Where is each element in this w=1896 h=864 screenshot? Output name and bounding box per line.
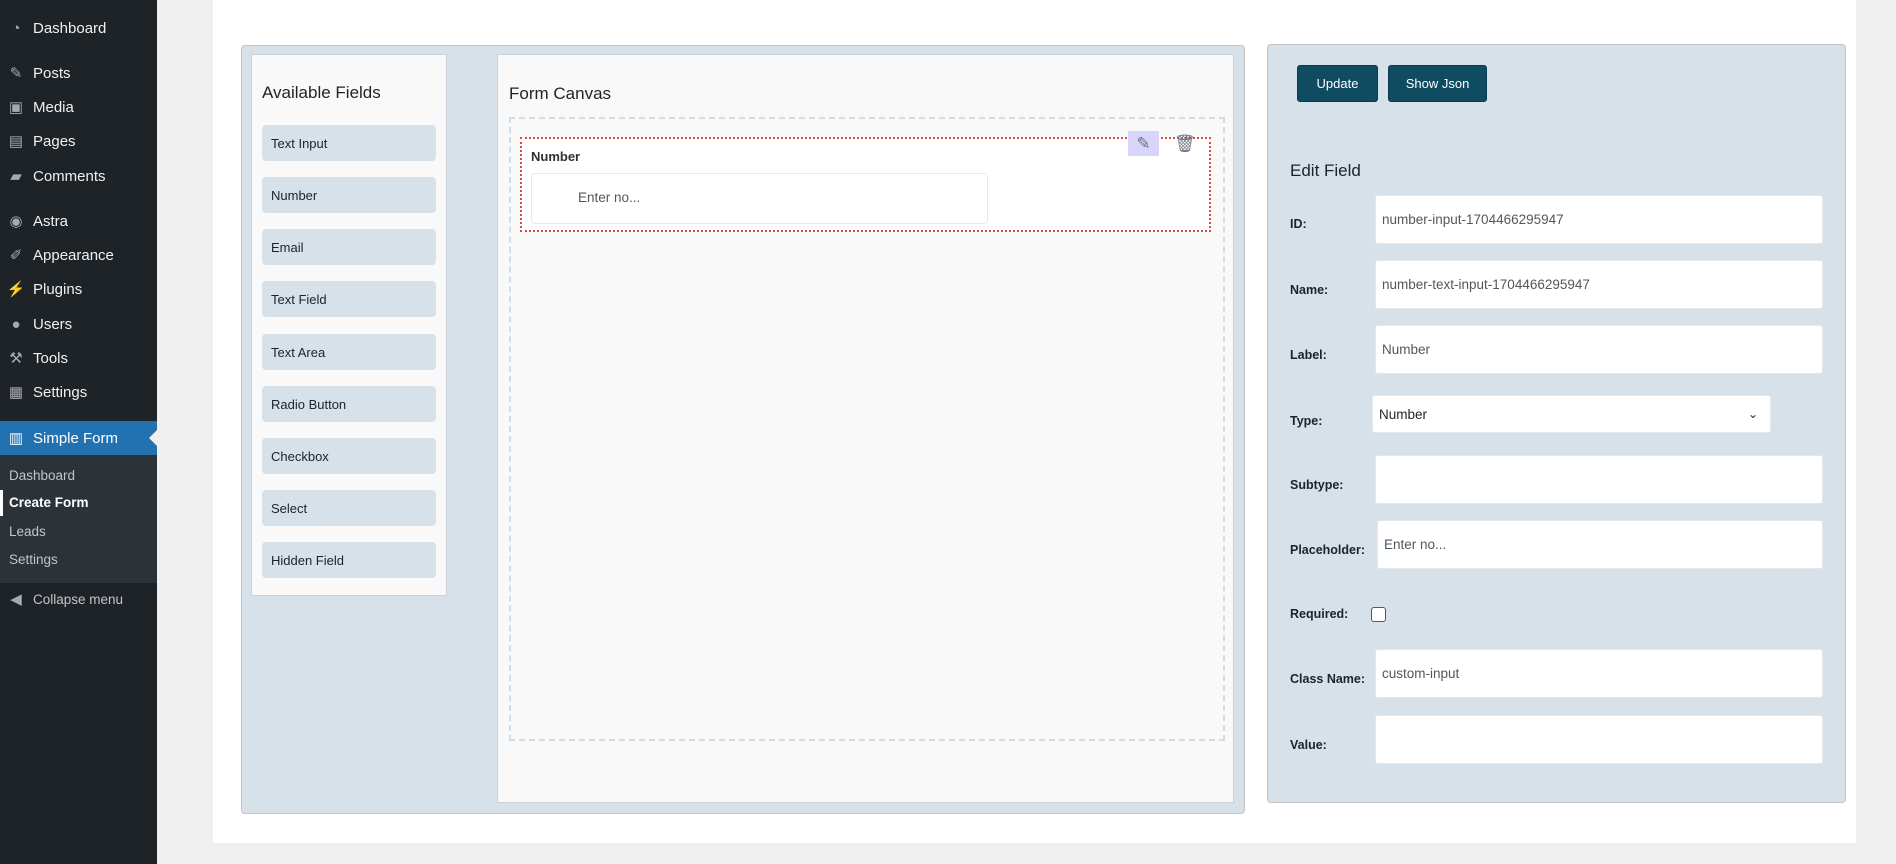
wrench-icon: ⚒ xyxy=(9,350,23,367)
menu-dashboard[interactable]: ◔ Dashboard xyxy=(0,11,157,45)
edit-pencil-icon[interactable]: ✎ xyxy=(1128,131,1159,156)
submenu: Dashboard Create Form Leads Settings xyxy=(0,455,157,583)
id-input[interactable]: number-input-1704466295947 xyxy=(1375,195,1823,244)
subtype-label: Subtype: xyxy=(1290,478,1344,492)
user-icon: ● xyxy=(11,315,21,333)
brush-icon: ✐ xyxy=(9,247,23,264)
name-input[interactable]: number-text-input-1704466295947 xyxy=(1375,260,1823,309)
field-text-field[interactable]: Text Field xyxy=(262,281,436,317)
type-select[interactable]: Number ⌄ xyxy=(1372,395,1771,433)
placeholder-label: Placeholder: xyxy=(1290,543,1366,557)
menu-simple-form[interactable]: ▥ Simple Form xyxy=(0,421,157,455)
menu-astra[interactable]: ◉ Astra xyxy=(0,204,157,238)
value-label: Value: xyxy=(1290,738,1327,752)
settings-icon: ▦ xyxy=(8,384,24,401)
field-text-area[interactable]: Text Area xyxy=(262,334,436,370)
submenu-leads[interactable]: Leads xyxy=(9,524,46,539)
menu-label: Tools xyxy=(33,349,69,367)
menu-label: Dashboard xyxy=(33,19,107,37)
submenu-create-form[interactable]: Create Form xyxy=(9,495,89,510)
name-label: Name: xyxy=(1290,283,1329,297)
update-button[interactable]: Update xyxy=(1297,65,1378,102)
selected-field[interactable]: Number Enter no... ✎ 🗑 xyxy=(520,131,1211,232)
label-label: Label: xyxy=(1290,348,1327,362)
menu-label: Appearance xyxy=(33,246,114,264)
collapse-menu[interactable]: ◀ Collapse menu xyxy=(0,582,157,616)
field-radio-button[interactable]: Radio Button xyxy=(262,386,436,422)
clipboard-icon: ▥ xyxy=(8,430,24,447)
subtype-input[interactable] xyxy=(1375,455,1823,504)
field-number[interactable]: Number xyxy=(262,177,436,213)
form-canvas-title: Form Canvas xyxy=(509,84,612,103)
menu-tools[interactable]: ⚒ Tools xyxy=(0,341,157,375)
required-checkbox[interactable] xyxy=(1371,607,1386,622)
classname-label: Class Name: xyxy=(1290,672,1366,686)
classname-input[interactable]: custom-input xyxy=(1375,649,1823,698)
admin-sidebar: ◔ Dashboard ✎ Posts ▣ Media ▤ Pages ▰ Comment… xyxy=(0,0,157,864)
type-value: Number xyxy=(1379,406,1428,422)
menu-label: Astra xyxy=(33,212,69,230)
comment-icon: ▰ xyxy=(10,168,22,185)
field-hidden-field[interactable]: Hidden Field xyxy=(262,542,436,578)
id-label: ID: xyxy=(1290,217,1307,231)
label-input[interactable]: Number xyxy=(1375,325,1823,374)
submenu-settings[interactable]: Settings xyxy=(9,552,58,567)
menu-label: Posts xyxy=(33,64,71,82)
dashboard-icon: ◔ xyxy=(11,19,21,37)
menu-comments[interactable]: ▰ Comments xyxy=(0,159,157,193)
collapse-label: Collapse menu xyxy=(33,591,124,607)
field-select[interactable]: Select xyxy=(262,490,436,526)
menu-label: Users xyxy=(33,315,73,333)
menu-label: Simple Form xyxy=(33,429,119,447)
submenu-dashboard[interactable]: Dashboard xyxy=(9,468,75,483)
placeholder-input[interactable]: Enter no... xyxy=(1377,520,1823,569)
type-label: Type: xyxy=(1290,414,1323,428)
menu-settings[interactable]: ▦ Settings xyxy=(0,375,157,409)
number-input-preview[interactable]: Enter no... xyxy=(531,173,988,224)
plugin-icon: ⚡ xyxy=(6,281,26,298)
menu-label: Media xyxy=(33,98,74,116)
edit-field-title: Edit Field xyxy=(1290,161,1361,180)
field-email[interactable]: Email xyxy=(262,229,436,265)
menu-users[interactable]: ● Users xyxy=(0,307,157,341)
chevron-down-icon: ⌄ xyxy=(1747,407,1758,421)
field-label: Number xyxy=(531,149,581,164)
menu-media[interactable]: ▣ Media xyxy=(0,90,157,124)
value-input[interactable] xyxy=(1375,715,1823,764)
current-indicator xyxy=(0,490,3,516)
menu-pages[interactable]: ▤ Pages xyxy=(0,124,157,158)
field-text-input[interactable]: Text Input xyxy=(262,125,436,161)
available-fields-title: Available Fields xyxy=(262,83,381,102)
menu-plugins[interactable]: ⚡ Plugins xyxy=(0,272,157,306)
menu-label: Comments xyxy=(33,167,106,185)
menu-appearance[interactable]: ✐ Appearance xyxy=(0,238,157,272)
menu-label: Plugins xyxy=(33,280,83,298)
astra-icon: ◉ xyxy=(9,213,23,230)
media-icon: ▣ xyxy=(8,99,24,116)
menu-label: Settings xyxy=(33,383,88,401)
menu-label: Pages xyxy=(33,132,76,150)
pin-icon: ✎ xyxy=(9,65,23,82)
collapse-icon: ◀ xyxy=(10,591,22,608)
required-label: Required: xyxy=(1290,607,1349,621)
pages-icon: ▤ xyxy=(8,133,24,150)
field-checkbox[interactable]: Checkbox xyxy=(262,438,436,474)
menu-posts[interactable]: ✎ Posts xyxy=(0,56,157,90)
show-json-button[interactable]: Show Json xyxy=(1388,65,1487,102)
trash-icon[interactable]: 🗑 xyxy=(1174,131,1196,156)
